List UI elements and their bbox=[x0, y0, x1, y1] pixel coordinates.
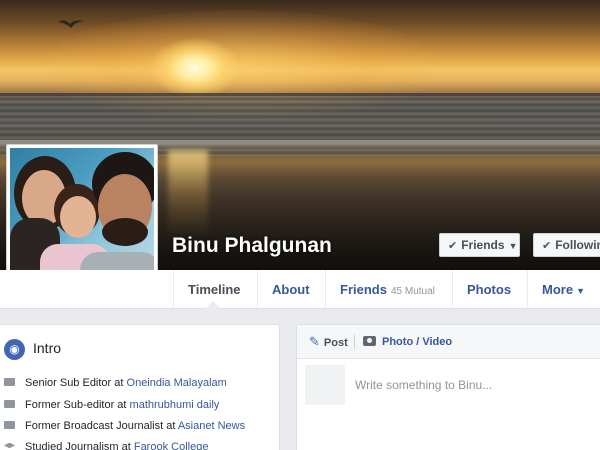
camera-icon bbox=[363, 336, 376, 347]
globe-icon: ◉ bbox=[4, 339, 25, 360]
workplace-link[interactable]: Oneindia Malayalam bbox=[127, 377, 227, 389]
workplace-link[interactable]: Asianet News bbox=[178, 420, 245, 432]
briefcase-icon bbox=[4, 400, 15, 409]
tab-about[interactable]: About bbox=[257, 270, 325, 309]
graduation-cap-icon bbox=[4, 442, 15, 449]
following-button[interactable]: ✔Following bbox=[533, 233, 600, 257]
mutual-friends-count: 45 Mutual bbox=[390, 286, 435, 297]
tab-friends[interactable]: Friends 45 Mutual bbox=[325, 270, 452, 309]
post-composer: ✎ Post Photo / Video Write something to B… bbox=[296, 324, 600, 450]
bird bbox=[58, 20, 84, 28]
sun bbox=[150, 38, 240, 98]
divider bbox=[354, 335, 355, 349]
check-icon: ✔ bbox=[448, 240, 458, 252]
profile-page: Binu Phalgunan ✔Friends▼ ✔Following Time… bbox=[0, 0, 600, 450]
intro-card: ◉ Intro Senior Sub Editor at Oneindia Ma… bbox=[0, 324, 280, 450]
pencil-icon: ✎ bbox=[309, 334, 320, 349]
composer-tabs: ✎ Post Photo / Video bbox=[297, 325, 600, 359]
workplace-link[interactable]: mathrubhumi daily bbox=[130, 399, 220, 411]
intro-item-work: Senior Sub Editor at Oneindia Malayalam bbox=[4, 375, 227, 391]
chevron-down-icon: ▼ bbox=[576, 286, 585, 296]
briefcase-icon bbox=[4, 421, 15, 430]
intro-item-work: Former Broadcast Journalist at Asianet N… bbox=[4, 418, 245, 434]
composer-tab-post[interactable]: ✎ Post bbox=[309, 325, 348, 359]
composer-avatar bbox=[305, 365, 345, 405]
tab-photos[interactable]: Photos bbox=[452, 270, 527, 309]
chevron-down-icon: ▼ bbox=[508, 241, 518, 251]
tab-more[interactable]: More ▼ bbox=[527, 270, 600, 309]
profile-name[interactable]: Binu Phalgunan bbox=[172, 234, 332, 258]
active-tab-pointer bbox=[205, 301, 221, 309]
briefcase-icon bbox=[4, 378, 15, 387]
composer-input[interactable]: Write something to Binu... bbox=[355, 378, 492, 392]
intro-title: Intro bbox=[33, 340, 62, 356]
intro-item-work: Former Sub-editor at mathrubhumi daily bbox=[4, 397, 219, 413]
check-icon: ✔ bbox=[542, 240, 552, 252]
profile-nav: Timeline About Friends 45 Mutual Photos M… bbox=[0, 270, 600, 309]
friends-button[interactable]: ✔ Friends ▼ bbox=[439, 233, 520, 257]
intro-item-education: Studied Journalism at Farook College bbox=[4, 439, 208, 450]
composer-tab-photo-video[interactable]: Photo / Video bbox=[363, 325, 452, 359]
school-link[interactable]: Farook College bbox=[134, 441, 209, 450]
